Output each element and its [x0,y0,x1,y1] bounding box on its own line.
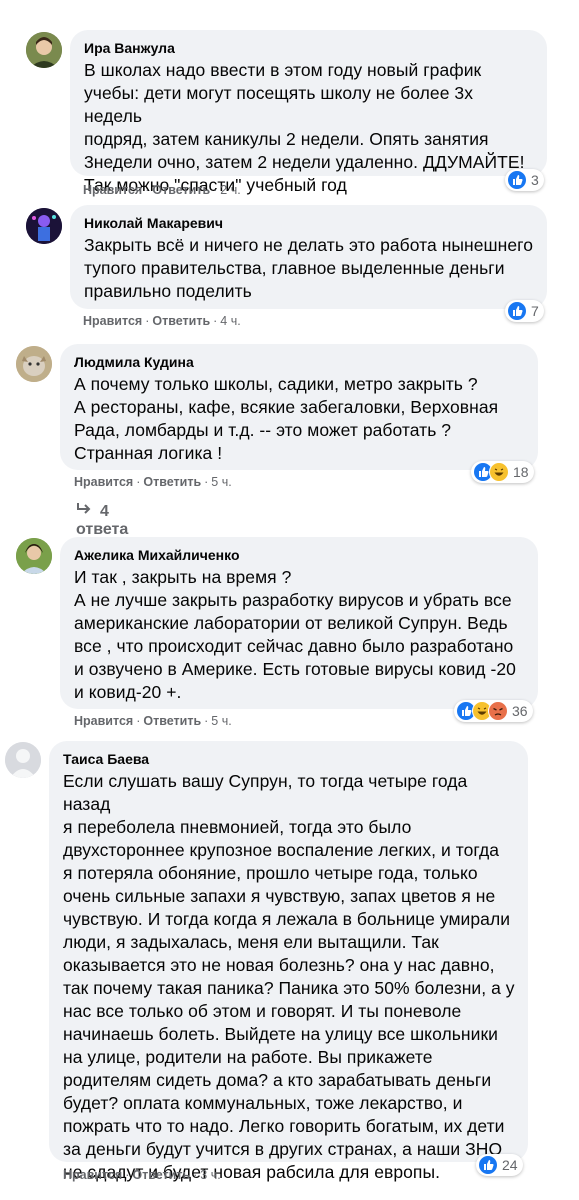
reply-arrow-icon [76,502,92,521]
comment-bubble: Ира Ванжула В школах надо ввести в этом … [70,30,547,195]
like-icon [507,170,527,190]
reaction-count: 24 [502,1157,518,1173]
reaction-summary[interactable]: 24 [476,1154,523,1176]
comment-time[interactable]: 2 ч. [220,183,240,197]
comment-time[interactable]: 3 ч. [200,1168,220,1182]
comment-text: И так , закрыть на время ? А не лучше за… [74,567,516,702]
angry-icon [488,701,508,721]
comment-author[interactable]: Ажелика Михайличенко [74,545,526,565]
reaction-summary[interactable]: 3 [505,169,544,191]
reply-link[interactable]: Ответить [143,475,201,489]
reaction-summary[interactable]: 7 [505,300,544,322]
like-icon [478,1155,498,1175]
avatar[interactable] [16,346,52,382]
view-replies-link[interactable]: 4 ответа [76,502,128,539]
comment-bubble: Николай Макаревич Закрыть всё и ничего н… [70,205,547,309]
comment-actions: Нравится · Ответить · 3 ч. [63,1168,221,1182]
like-link[interactable]: Нравится [83,183,142,197]
comment-actions: Нравится · Ответить · 5 ч. [74,714,232,728]
comment-text: Если слушать вашу Супрун, то тогда четыр… [63,771,515,1182]
comment-text: А почему только школы, садики, метро зак… [74,374,499,463]
comment-author[interactable]: Таиса Баева [63,749,516,769]
comment-actions: Нравится · Ответить · 4 ч. [83,314,241,328]
comment-time[interactable]: 5 ч. [211,475,231,489]
comment-bubble: Людмила Кудина А почему только школы, са… [60,344,538,470]
reply-link[interactable]: Ответить [132,1168,190,1182]
comment-time[interactable]: 5 ч. [211,714,231,728]
comment-author[interactable]: Людмила Кудина [74,352,526,372]
reaction-summary[interactable]: 18 [471,461,534,483]
comment-bubble: Ажелика Михайличенко И так , закрыть на … [60,537,538,709]
avatar[interactable] [5,742,41,778]
reaction-count: 36 [512,703,528,719]
comment-time[interactable]: 4 ч. [220,314,240,328]
reply-link[interactable]: Ответить [152,314,210,328]
reaction-count: 7 [531,303,539,319]
like-link[interactable]: Нравится [63,1168,122,1182]
comment-actions: Нравится · Ответить · 2 ч. [83,183,241,197]
haha-icon [489,462,509,482]
reply-link[interactable]: Ответить [143,714,201,728]
comment-text: В школах надо ввести в этом году новый г… [84,60,525,195]
comment-author[interactable]: Ира Ванжула [84,38,535,58]
like-link[interactable]: Нравится [83,314,142,328]
comment-text: Закрыть всё и ничего не делать это работ… [84,235,533,301]
avatar[interactable] [16,538,52,574]
reply-link[interactable]: Ответить [152,183,210,197]
like-icon [507,301,527,321]
reaction-count: 18 [513,464,529,480]
reaction-summary[interactable]: 36 [454,700,533,722]
like-link[interactable]: Нравится [74,475,133,489]
comment-bubble: Таиса Баева Если слушать вашу Супрун, то… [49,741,528,1182]
avatar[interactable] [26,32,62,68]
reaction-count: 3 [531,172,539,188]
like-link[interactable]: Нравится [74,714,133,728]
avatar[interactable] [26,208,62,244]
comment-actions: Нравится · Ответить · 5 ч. [74,475,232,489]
comment-author[interactable]: Николай Макаревич [84,213,535,233]
